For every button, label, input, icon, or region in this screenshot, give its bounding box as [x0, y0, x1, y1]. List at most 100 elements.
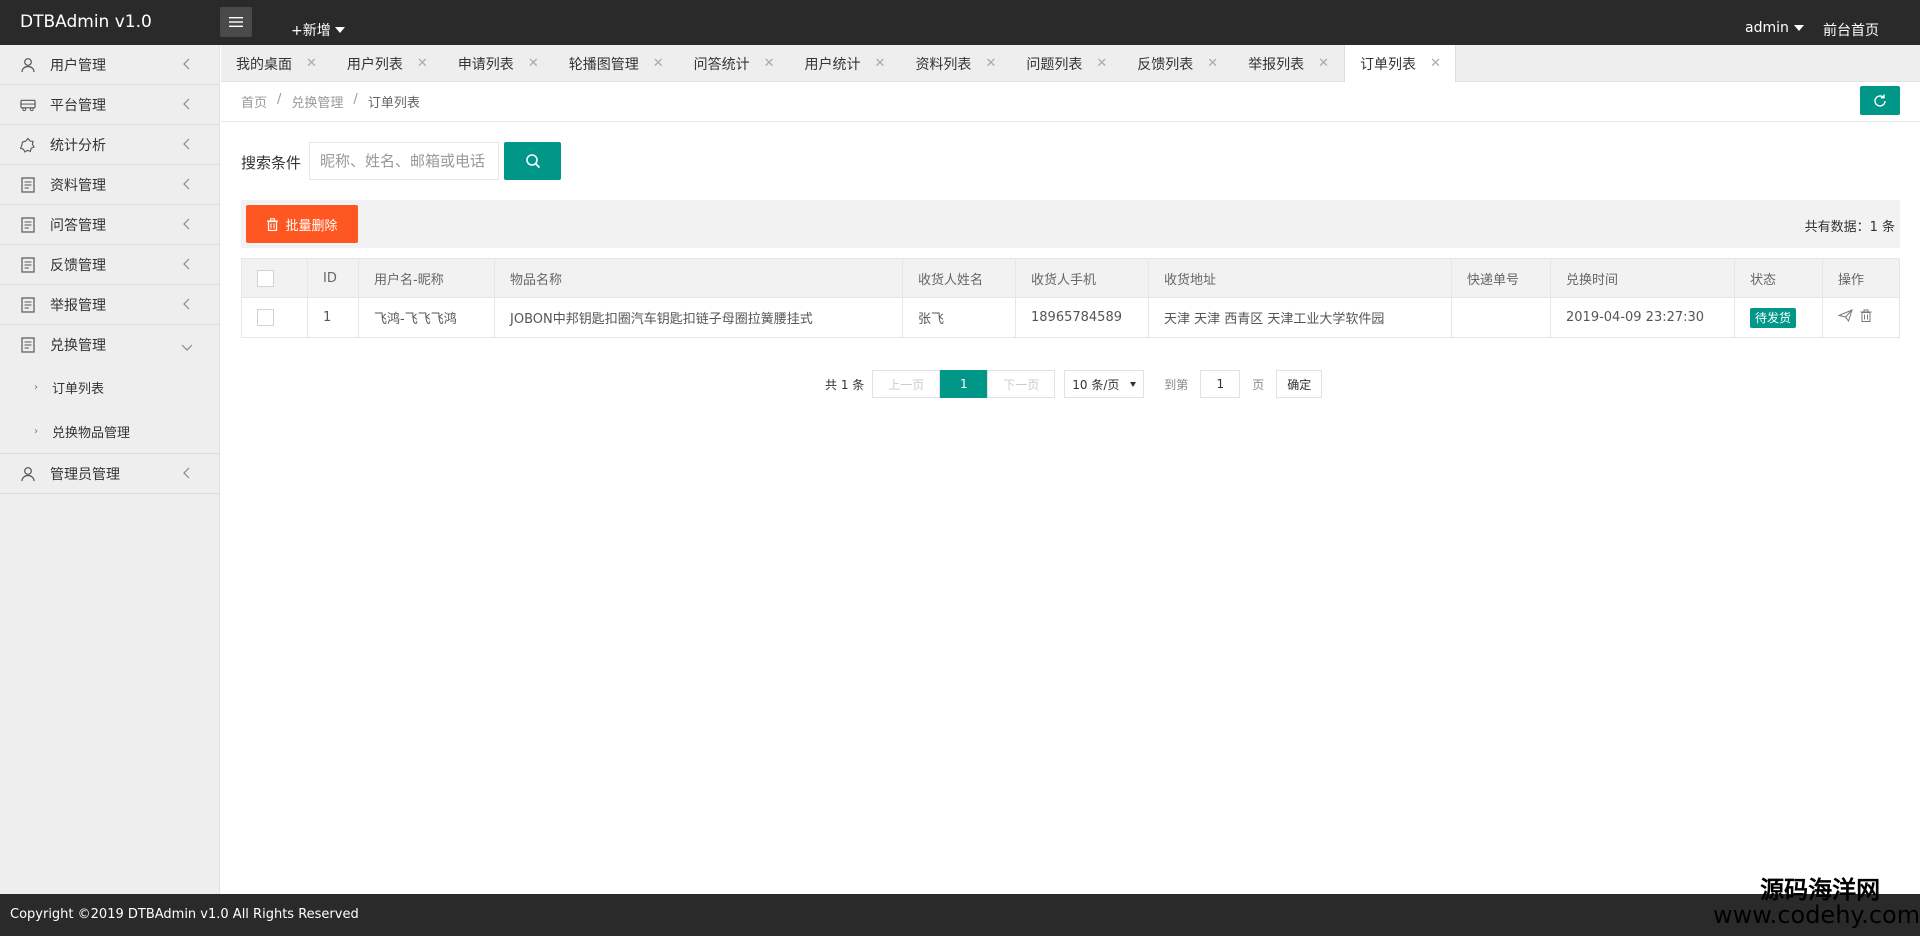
app-logo: DTBAdmin v1.0	[20, 12, 152, 32]
sidebar-item-label: 反馈管理	[50, 257, 106, 274]
close-icon[interactable]: ✕	[417, 56, 428, 71]
tab-desktop[interactable]: 我的桌面 ✕	[221, 45, 332, 82]
sidebar-item-label: 用户管理	[50, 57, 106, 74]
breadcrumb: 首页 / 兑换管理 / 订单列表	[241, 92, 420, 111]
trash-icon[interactable]	[1860, 309, 1872, 326]
document-icon	[20, 216, 36, 233]
divider	[221, 121, 1920, 122]
close-icon[interactable]: ✕	[528, 56, 539, 71]
column-header: 快递单号	[1451, 258, 1551, 298]
menu-toggle-button[interactable]	[220, 7, 252, 37]
column-header: 状态	[1734, 258, 1823, 298]
sidebar-subitem-label: 兑换物品管理	[52, 425, 131, 441]
breadcrumb-separator: /	[353, 92, 358, 107]
tab-label: 用户列表	[346, 56, 403, 73]
next-page-button[interactable]: 下一页	[987, 370, 1056, 398]
sidebar-submenu-exchange: › 订单列表 › 兑换物品管理	[0, 365, 219, 454]
caret-down-icon	[1130, 381, 1137, 387]
close-icon[interactable]: ✕	[306, 56, 317, 71]
tab-carousel[interactable]: 轮播图管理 ✕	[554, 45, 679, 82]
table-toolbar: 批量删除 共有数据：1 条	[241, 200, 1900, 248]
sidebar-item-reports[interactable]: 举报管理	[0, 285, 219, 325]
search-label: 搜索条件	[241, 154, 302, 172]
close-icon[interactable]: ✕	[1430, 56, 1441, 71]
trash-icon	[267, 217, 279, 231]
goto-label: 到第	[1164, 377, 1189, 392]
tab-questions[interactable]: 问题列表 ✕	[1011, 45, 1122, 82]
caret-down-icon	[334, 27, 345, 33]
search-icon	[525, 154, 540, 169]
search-button[interactable]	[504, 142, 561, 180]
sidebar-item-platform[interactable]: 平台管理	[0, 85, 219, 125]
sidebar-item-feedback[interactable]: 反馈管理	[0, 245, 219, 285]
tab-orders[interactable]: 订单列表 ✕	[1344, 45, 1456, 82]
top-header: DTBAdmin v1.0 +新增 admin 前台首页	[0, 0, 1920, 45]
prev-page-button[interactable]: 上一页	[872, 370, 941, 398]
close-icon[interactable]: ✕	[1096, 56, 1107, 71]
column-header: 收货人手机	[1015, 258, 1149, 298]
breadcrumb-section[interactable]: 兑换管理	[291, 92, 343, 111]
chevron-left-icon	[183, 258, 191, 274]
sidebar-subitem-orders[interactable]: › 订单列表	[0, 365, 219, 409]
sidebar-item-label: 统计分析	[50, 137, 106, 154]
tab-label: 申请列表	[457, 56, 514, 73]
sidebar-item-exchange[interactable]: 兑换管理	[0, 325, 219, 365]
add-new-menu[interactable]: +新增	[291, 20, 345, 40]
cell-user: 飞鸿-飞飞飞鸿	[358, 297, 495, 338]
chevron-left-icon	[183, 178, 191, 194]
column-header: 收货人姓名	[902, 258, 1016, 298]
sidebar-item-users[interactable]: 用户管理	[0, 45, 219, 85]
sidebar-subitem-exchange-goods[interactable]: › 兑换物品管理	[0, 409, 219, 453]
caret-down-icon	[1793, 25, 1804, 31]
tab-application-list[interactable]: 申请列表 ✕	[443, 45, 554, 82]
row-checkbox[interactable]	[257, 309, 274, 326]
goto-confirm-button[interactable]: 确定	[1276, 370, 1323, 398]
tab-user-list[interactable]: 用户列表 ✕	[332, 45, 443, 82]
goto-page-input[interactable]	[1200, 370, 1241, 398]
tab-user-stats[interactable]: 用户统计 ✕	[790, 45, 901, 82]
watermark-line2: www.codehy.com	[1713, 901, 1920, 930]
document-icon	[20, 256, 36, 273]
close-icon[interactable]: ✕	[1318, 56, 1329, 71]
current-page-button[interactable]: 1	[940, 370, 988, 398]
total-count: 共有数据：1 条	[1804, 220, 1895, 235]
user-menu[interactable]: admin	[1745, 20, 1804, 36]
tab-materials[interactable]: 资料列表 ✕	[900, 45, 1011, 82]
breadcrumb-home[interactable]: 首页	[241, 92, 267, 111]
sidebar-item-label: 举报管理	[50, 297, 106, 314]
sidebar-item-materials[interactable]: 资料管理	[0, 165, 219, 205]
close-icon[interactable]: ✕	[875, 56, 886, 71]
chevron-right-icon: ›	[34, 381, 38, 393]
close-icon[interactable]: ✕	[1207, 56, 1218, 71]
close-icon[interactable]: ✕	[764, 56, 775, 71]
sidebar-item-admins[interactable]: 管理员管理	[0, 454, 219, 494]
close-icon[interactable]: ✕	[653, 56, 664, 71]
footer: Copyright ©2019 DTBAdmin v1.0 All Rights…	[0, 894, 1920, 936]
breadcrumb-separator: /	[277, 92, 282, 107]
chevron-left-icon	[183, 138, 191, 154]
chevron-left-icon	[183, 218, 191, 234]
cell-actions	[1822, 297, 1900, 338]
tab-bar: 我的桌面 ✕ 用户列表 ✕ 申请列表 ✕ 轮播图管理 ✕ 问答统计 ✕ 用户统计 ✕ 资料列…	[221, 45, 1920, 82]
tab-feedback[interactable]: 反馈列表 ✕	[1122, 45, 1233, 82]
sidebar-item-statistics[interactable]: 统计分析	[0, 125, 219, 165]
cell-phone: 18965784589	[1015, 297, 1149, 338]
sidebar-subitem-label: 订单列表	[52, 381, 105, 397]
sidebar-item-qa[interactable]: 问答管理	[0, 205, 219, 245]
refresh-button[interactable]	[1860, 86, 1900, 115]
close-icon[interactable]: ✕	[985, 56, 996, 71]
tab-qa-stats[interactable]: 问答统计 ✕	[679, 45, 790, 82]
batch-delete-button[interactable]: 批量删除	[246, 205, 358, 243]
page-unit-label: 页	[1252, 377, 1265, 392]
page-size-value: 10 条/页	[1072, 377, 1120, 392]
chevron-left-icon	[183, 58, 191, 74]
search-input[interactable]	[309, 142, 499, 180]
front-page-link[interactable]: 前台首页	[1823, 20, 1879, 40]
tab-label: 轮播图管理	[568, 56, 639, 73]
column-header: 收货地址	[1148, 258, 1452, 298]
send-icon[interactable]	[1837, 309, 1853, 326]
page-size-select[interactable]: 10 条/页	[1064, 370, 1145, 398]
tab-reports[interactable]: 举报列表 ✕	[1233, 45, 1344, 82]
select-all-checkbox[interactable]	[257, 269, 274, 287]
header-checkbox-cell	[241, 258, 308, 298]
